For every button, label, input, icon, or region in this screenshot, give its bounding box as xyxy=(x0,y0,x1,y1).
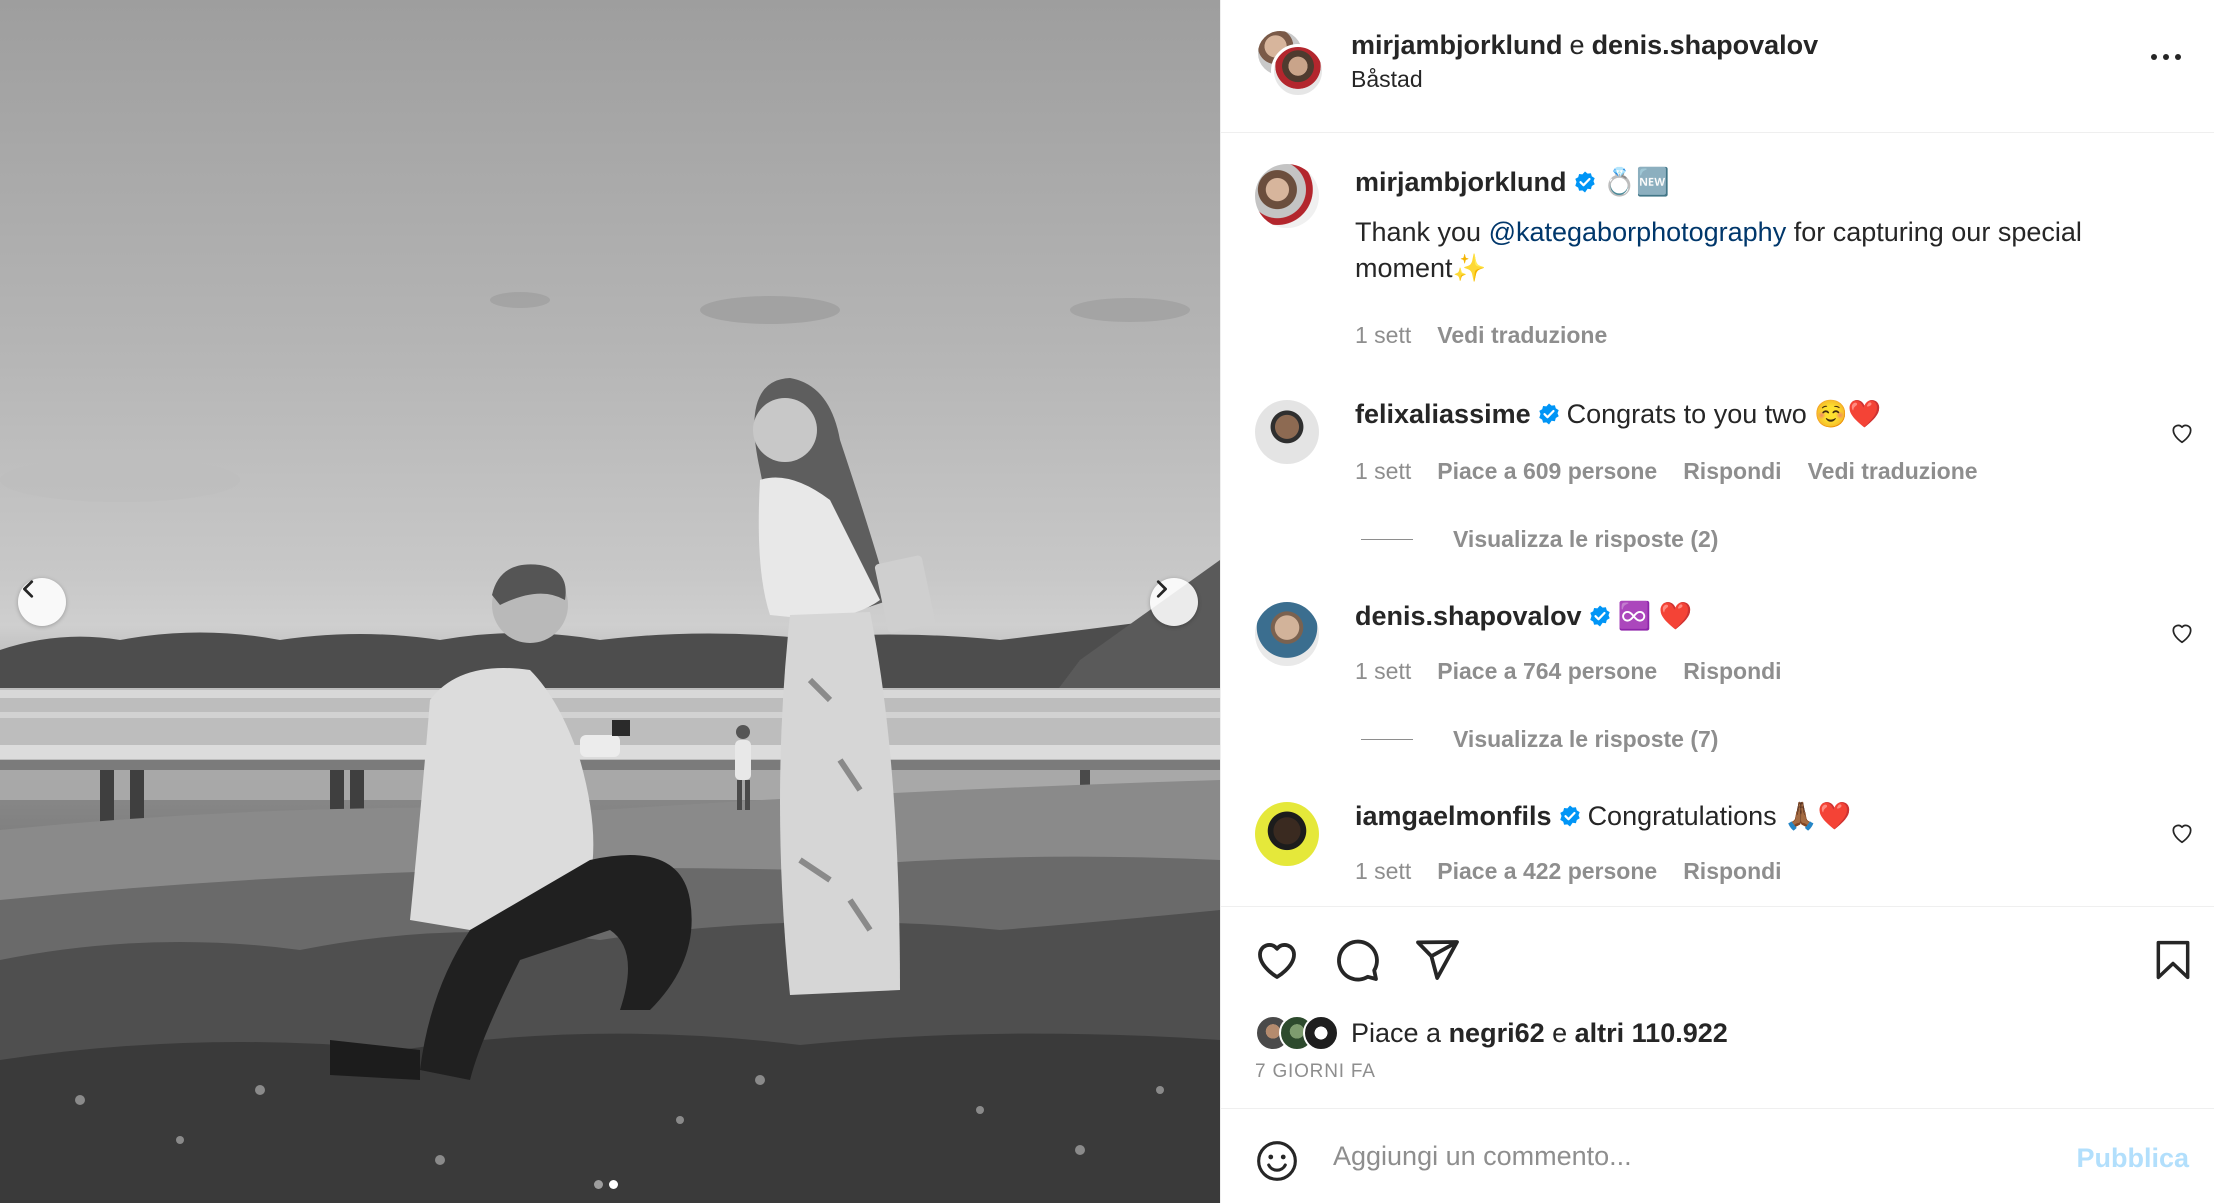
comment-row: felixaliassime Congrats to you two ☺️❤️ xyxy=(1355,396,2185,432)
author-link[interactable]: denis.shapovalov xyxy=(1592,30,1819,60)
see-translation-link[interactable]: Vedi traduzione xyxy=(1437,322,1607,349)
view-replies-label[interactable]: Visualizza le risposte (7) xyxy=(1453,726,1718,753)
reply-button[interactable]: Rispondi xyxy=(1683,458,1781,485)
verified-badge-icon xyxy=(1538,403,1559,425)
author-link[interactable]: mirjambjorklund xyxy=(1351,30,1563,60)
replies-line xyxy=(1361,539,1413,540)
see-translation-link[interactable]: Vedi traduzione xyxy=(1808,458,1978,485)
heart-icon[interactable] xyxy=(2169,420,2195,446)
heart-icon[interactable] xyxy=(1253,936,1301,984)
collab-avatars[interactable] xyxy=(1255,28,1325,98)
add-comment-bar: Pubblica xyxy=(1221,1108,2214,1203)
likes-others[interactable]: altri 110.922 xyxy=(1575,1018,1728,1048)
comment-username[interactable]: iamgaelmonfils xyxy=(1355,801,1552,831)
more-dots-icon xyxy=(2175,54,2181,60)
caption-meta-row: 1 sett Vedi traduzione xyxy=(1355,322,1607,349)
chevron-left-icon xyxy=(23,580,34,598)
comment-time[interactable]: 1 sett xyxy=(1355,858,1411,885)
view-replies-button[interactable]: Visualizza le risposte (2) xyxy=(1361,526,1718,553)
comment-meta: 1 sett Piace a 764 persone Rispondi xyxy=(1355,658,1782,685)
verified-badge-icon xyxy=(1559,805,1580,827)
verified-badge-icon xyxy=(1589,605,1610,627)
comments-section[interactable]: mirjambjorklund 💍🆕 Thank you @kategaborph… xyxy=(1221,134,2214,906)
more-options-button[interactable] xyxy=(2151,54,2181,60)
comment-likes-count[interactable]: Piace a 422 persone xyxy=(1437,858,1657,885)
comment-row: iamgaelmonfils Congratulations 🙏🏾❤️ xyxy=(1355,798,2185,834)
post-detail-panel: mirjambjorklund e denis.shapovalov Båstad … xyxy=(1220,0,2214,1203)
carousel-prev-button[interactable] xyxy=(18,578,66,626)
comment-likes-count[interactable]: Piace a 764 persone xyxy=(1437,658,1657,685)
comment-time[interactable]: 1 sett xyxy=(1355,458,1411,485)
more-dots-icon xyxy=(2163,54,2169,60)
comment-text: Congratulations 🙏🏾❤️ xyxy=(1587,801,1852,831)
view-replies-button[interactable]: Visualizza le risposte (7) xyxy=(1361,726,1718,753)
avatar[interactable] xyxy=(1255,164,1319,228)
avatar[interactable] xyxy=(1271,44,1325,98)
heart-icon[interactable] xyxy=(2169,820,2195,846)
replies-line xyxy=(1361,739,1413,740)
carousel-indicator xyxy=(594,1180,618,1189)
post-authors: mirjambjorklund e denis.shapovalov xyxy=(1351,28,1818,62)
comment-username[interactable]: felixaliassime xyxy=(1355,399,1531,429)
carousel-dot xyxy=(594,1180,603,1189)
comment-text: ♾️ ❤️ xyxy=(1617,601,1693,631)
post-location[interactable]: Båstad xyxy=(1351,66,1423,93)
post-header: mirjambjorklund e denis.shapovalov Båstad xyxy=(1221,0,2214,133)
post-actions: Piace a negri62 e altri 110.922 7 GIORNI… xyxy=(1221,906,2214,1108)
comment-row: denis.shapovalov ♾️ ❤️ xyxy=(1355,598,2185,634)
comment-icon[interactable] xyxy=(1333,936,1381,984)
comment-time[interactable]: 1 sett xyxy=(1355,658,1411,685)
likes-prefix: Piace a xyxy=(1351,1017,1449,1048)
avatar[interactable] xyxy=(1255,400,1319,464)
comment-likes-count[interactable]: Piace a 609 persone xyxy=(1437,458,1657,485)
likes-connector: e xyxy=(1544,1017,1575,1048)
proposal-photo-illustration xyxy=(0,292,1220,1203)
authors-connector: e xyxy=(1569,30,1585,60)
heart-icon[interactable] xyxy=(2169,620,2195,646)
avatar[interactable] xyxy=(1255,802,1319,866)
likes-summary[interactable]: Piace a negri62 e altri 110.922 xyxy=(1255,1015,1728,1051)
likes-text: Piace a negri62 e altri 110.922 xyxy=(1351,1018,1728,1049)
carousel-dot-active xyxy=(609,1180,618,1189)
comment-username[interactable]: denis.shapovalov xyxy=(1355,601,1582,631)
bookmark-icon[interactable] xyxy=(2151,936,2195,984)
reply-button[interactable]: Rispondi xyxy=(1683,658,1781,685)
carousel-next-button[interactable] xyxy=(1150,578,1198,626)
view-replies-label[interactable]: Visualizza le risposte (2) xyxy=(1453,526,1718,553)
comment-time[interactable]: 1 sett xyxy=(1355,322,1411,349)
reply-button[interactable]: Rispondi xyxy=(1683,858,1781,885)
post-date[interactable]: 7 GIORNI FA xyxy=(1255,1061,1376,1083)
smiley-icon[interactable] xyxy=(1255,1139,1299,1183)
post-photo[interactable] xyxy=(0,0,1220,1203)
chevron-right-icon xyxy=(1156,580,1167,598)
mention-link[interactable]: @kategaborphotography xyxy=(1489,217,1787,247)
publish-button[interactable]: Pubblica xyxy=(2076,1143,2189,1174)
comment-meta: 1 sett Piace a 422 persone Rispondi xyxy=(1355,858,1782,885)
liker-username[interactable]: negri62 xyxy=(1449,1018,1545,1048)
caption-text-before: Thank you xyxy=(1355,217,1489,247)
comment-text: Congrats to you two ☺️❤️ xyxy=(1566,399,1882,429)
avatar xyxy=(1303,1015,1339,1051)
comment-meta: 1 sett Piace a 609 persone Rispondi Vedi… xyxy=(1355,458,1978,485)
comment-input[interactable] xyxy=(1333,1133,2033,1179)
avatar[interactable] xyxy=(1255,602,1319,666)
send-icon[interactable] xyxy=(1413,936,1461,984)
more-dots-icon xyxy=(2151,54,2157,60)
caption-text: Thank you @kategaborphotography for capt… xyxy=(1355,168,2185,286)
